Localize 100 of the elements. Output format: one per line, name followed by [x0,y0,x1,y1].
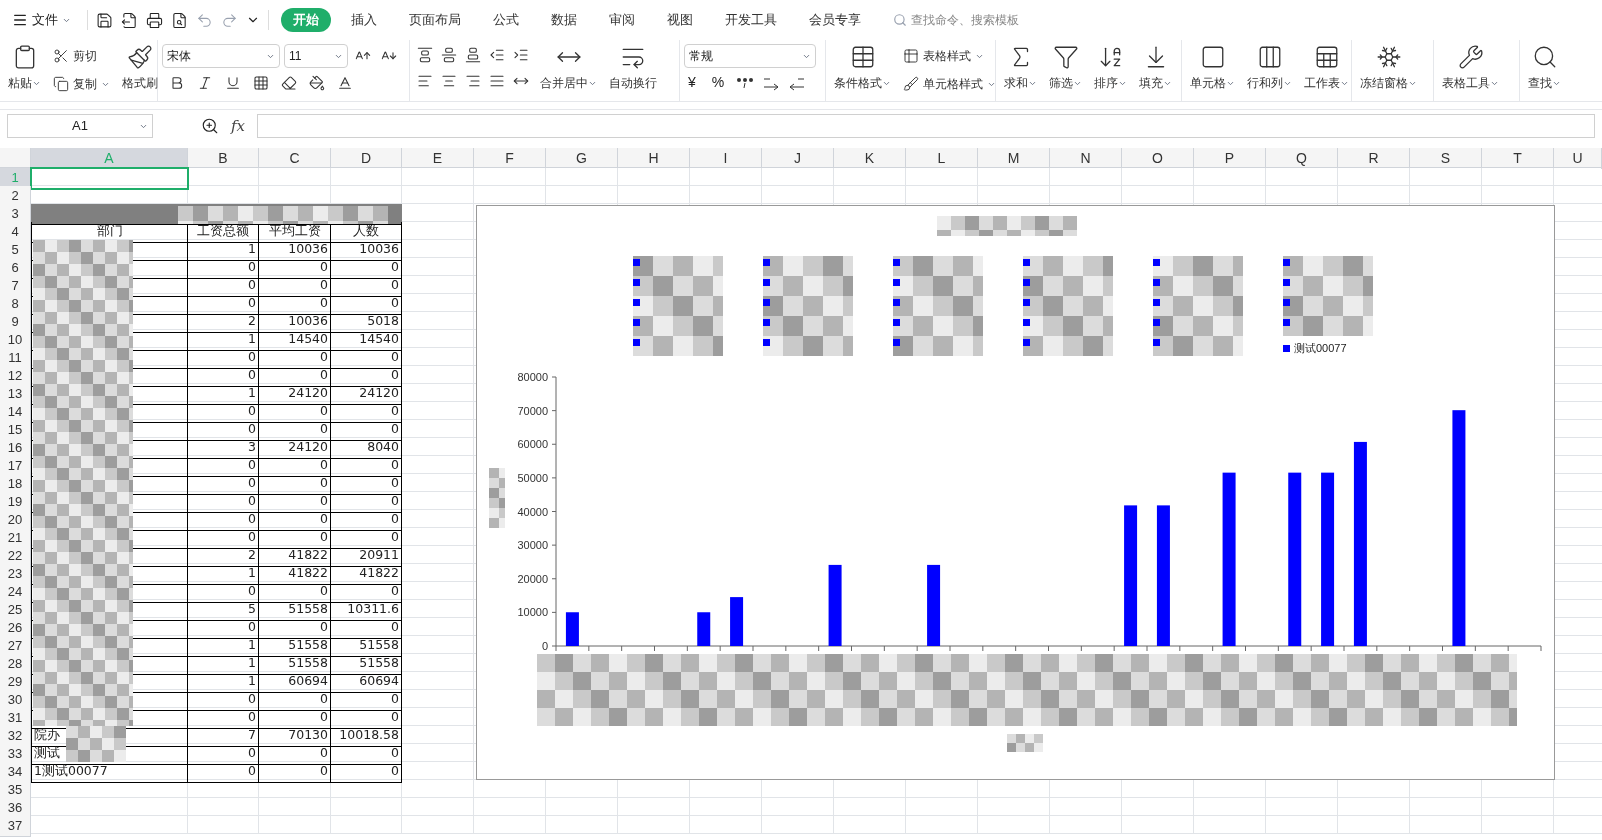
ribbon-button[interactable]: 冻结窗格 [1356,40,1421,92]
column-header[interactable]: U [1554,148,1602,169]
ribbon-button[interactable]: 表格工具 [1438,40,1503,92]
row-header[interactable]: 16 [0,438,31,459]
ribbon-tab[interactable]: 视图 [655,8,705,32]
formula-input[interactable] [257,114,1595,138]
ribbon-button[interactable]: 求和 [1000,40,1041,92]
row-header[interactable]: 22 [0,546,31,567]
row-header[interactable]: 20 [0,510,31,531]
ribbon-tab[interactable]: 公式 [481,8,531,32]
column-header[interactable]: Q [1266,148,1338,169]
row-header[interactable]: 17 [0,456,31,477]
thousands-separator-icon[interactable] [736,76,755,89]
column-header[interactable]: L [906,148,978,169]
row-header[interactable]: 28 [0,654,31,675]
ribbon-button[interactable]: 条件格式 [830,40,895,92]
percent-button[interactable]: % [707,72,729,93]
column-header[interactable]: E [402,148,474,169]
row-header[interactable]: 8 [0,294,31,315]
name-box[interactable]: A1 [7,114,153,138]
row-header[interactable]: 24 [0,582,31,603]
row-header[interactable]: 25 [0,600,31,621]
ribbon-button[interactable]: 自动换行 [605,40,661,92]
ribbon-tab[interactable]: 页面布局 [397,8,473,32]
ribbon-button[interactable]: 筛选 [1045,40,1086,92]
column-header[interactable]: K [834,148,906,169]
row-header[interactable]: 30 [0,690,31,711]
column-header[interactable]: N [1050,148,1122,169]
ribbon-tab[interactable]: 插入 [339,8,389,32]
column-header[interactable]: F [474,148,546,169]
column-header[interactable]: G [546,148,618,169]
search-field[interactable]: 查找命令、搜索模板 [893,11,1051,29]
row-header[interactable]: 18 [0,474,31,495]
row-header[interactable]: 35 [0,780,31,801]
column-header[interactable]: H [618,148,690,169]
row-header[interactable]: 12 [0,366,31,387]
row-header[interactable]: 37 [0,816,31,837]
ribbon-tab[interactable]: 会员专享 [797,8,873,32]
font-size-select[interactable]: 11 [284,44,348,68]
undo-icon[interactable] [196,11,213,29]
row-header[interactable]: 6 [0,258,31,279]
column-header[interactable]: M [978,148,1050,169]
row-header[interactable]: 3 [0,204,31,225]
row-header[interactable]: 21 [0,528,31,549]
export-icon[interactable] [121,11,138,29]
column-header[interactable]: C [259,148,331,169]
ribbon-button[interactable]: 排序 [1090,40,1131,92]
ribbon-button[interactable]: 格式刷 [118,40,162,92]
row-header[interactable]: 29 [0,672,31,693]
column-header[interactable]: O [1122,148,1194,169]
row-header[interactable]: 13 [0,384,31,405]
redo-icon[interactable] [221,11,238,29]
file-menu[interactable]: 文件 [12,10,79,30]
column-header[interactable]: J [762,148,834,169]
row-header[interactable]: 2 [0,186,31,207]
font-select[interactable]: 宋体 [162,44,280,68]
column-header[interactable]: R [1338,148,1410,169]
row-header[interactable]: 7 [0,276,31,297]
row-header[interactable]: 32 [0,726,31,747]
row-header[interactable]: 11 [0,348,31,369]
ribbon-button[interactable]: 剪切 [53,44,110,68]
row-header[interactable]: 19 [0,492,31,513]
ribbon-tab[interactable]: 开发工具 [713,8,789,32]
save-icon[interactable] [96,11,113,29]
ribbon-button[interactable]: 复制 [53,72,110,96]
ribbon-button[interactable]: 填充 [1135,40,1176,92]
ribbon-button[interactable]: 查找 [1524,40,1565,92]
zoom-icon[interactable] [201,117,219,135]
row-header[interactable]: 5 [0,240,31,261]
ribbon-tab[interactable]: 审阅 [597,8,647,32]
column-header[interactable]: I [690,148,762,169]
ribbon-button[interactable]: 表格样式 [903,44,996,68]
row-header[interactable]: 31 [0,708,31,729]
ribbon-button[interactable]: 单元格 [1186,40,1239,92]
row-header[interactable]: 14 [0,402,31,423]
column-header[interactable]: P [1194,148,1266,169]
ribbon-button[interactable]: 合并居中 [536,40,601,92]
ribbon-button[interactable]: 单元格样式 [903,72,996,96]
ribbon-button[interactable]: 粘贴 [4,40,45,92]
ribbon-tab[interactable]: 数据 [539,8,589,32]
row-header[interactable]: 26 [0,618,31,639]
ribbon-button[interactable]: 行和列 [1243,40,1296,92]
row-header[interactable]: 23 [0,564,31,585]
row-header[interactable]: 33 [0,744,31,765]
row-header[interactable]: 34 [0,762,31,783]
function-label[interactable]: fx [231,114,245,138]
row-header[interactable]: 10 [0,330,31,351]
column-header[interactable]: S [1410,148,1482,169]
currency-button[interactable]: ¥ [684,72,700,93]
printer-icon[interactable] [146,11,163,29]
row-header[interactable]: 27 [0,636,31,657]
row-header[interactable]: 4 [0,222,31,243]
column-header[interactable]: D [331,148,402,169]
ribbon-button[interactable]: 工作表 [1300,40,1353,92]
number-format-select[interactable]: 常规 [684,44,816,68]
column-header[interactable]: T [1482,148,1554,169]
column-header[interactable]: B [188,148,259,169]
row-header[interactable]: 9 [0,312,31,333]
row-header[interactable]: 36 [0,798,31,819]
print-preview-icon[interactable] [171,11,188,29]
